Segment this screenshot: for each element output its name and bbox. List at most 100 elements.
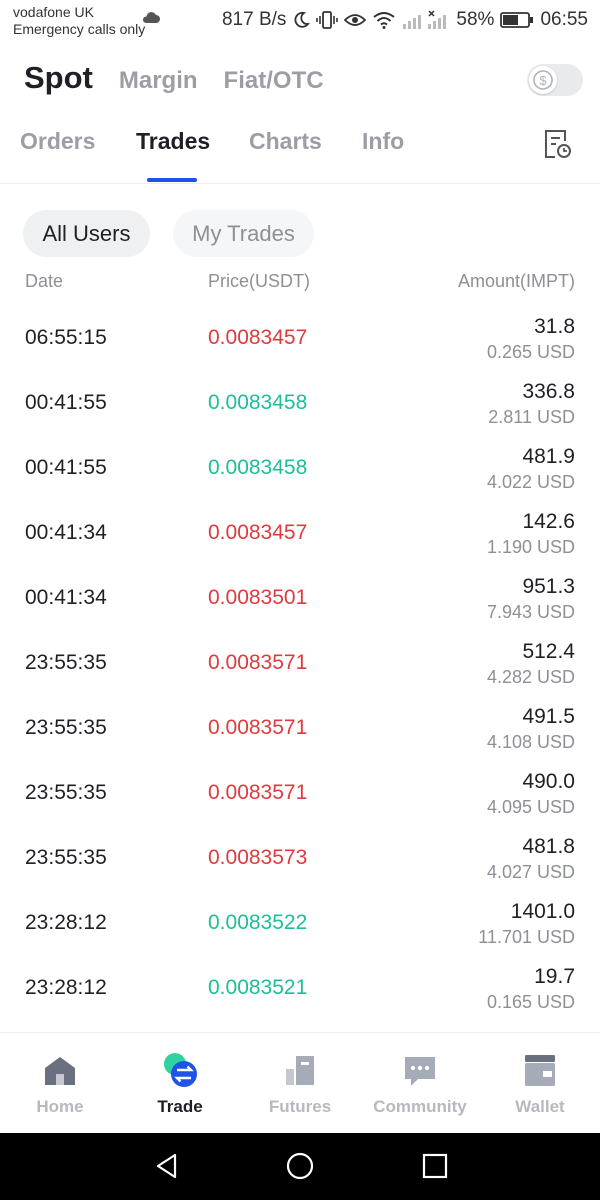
trade-icon <box>164 1053 197 1087</box>
nav-wallet-label: Wallet <box>515 1097 565 1116</box>
trade-usd-value: 0.165 USD <box>486 992 575 1012</box>
system-navigation-bar <box>0 1133 600 1200</box>
trade-amount: 490.0 <box>522 770 575 793</box>
clock: 06:55 <box>540 9 588 30</box>
tab-margin[interactable]: Margin <box>119 67 198 95</box>
trade-view-tabs: Orders Trades Charts Info <box>20 128 404 155</box>
community-icon <box>405 1057 435 1086</box>
trade-usd-value: 4.108 USD <box>486 732 575 752</box>
battery-percent: 58% <box>456 9 495 30</box>
trade-amount: 951.3 <box>522 575 575 598</box>
trade-price: 0.0083573 <box>208 846 308 869</box>
trade-row: 00:41:34 0.0083501 951.3 7.943 USD <box>0 567 600 632</box>
column-header-price: Price(USDT) <box>208 271 310 291</box>
network-speed: 817 B/s <box>221 9 287 30</box>
trade-row: 23:55:35 0.0083571 512.4 4.282 USD <box>0 632 600 697</box>
trade-time: 23:55:35 <box>25 846 107 869</box>
trade-amount: 142.6 <box>522 510 575 533</box>
battery-icon <box>500 12 534 28</box>
home-circle-icon[interactable] <box>285 1151 315 1181</box>
trade-usd-value: 4.027 USD <box>486 862 575 882</box>
emergency-text: Emergency calls only <box>13 21 146 37</box>
trades-list: 06:55:15 0.0083457 31.8 0.265 USD 00:41:… <box>0 307 600 1022</box>
nav-wallet[interactable]: Wallet <box>480 1033 600 1133</box>
recents-icon[interactable] <box>420 1151 450 1181</box>
trade-time: 23:55:35 <box>25 651 107 674</box>
toggle-knob: $ <box>529 66 557 94</box>
trade-usd-value: 2.811 USD <box>488 407 575 427</box>
tab-charts[interactable]: Charts <box>249 128 362 155</box>
trade-amount: 491.5 <box>522 705 575 728</box>
trade-row: 06:55:15 0.0083457 31.8 0.265 USD <box>0 307 600 372</box>
trade-time: 00:41:34 <box>25 586 107 609</box>
trade-row: 23:28:12 0.0083522 1401.0 11.701 USD <box>0 892 600 957</box>
svg-text:$: $ <box>539 73 547 88</box>
trade-amount: 336.8 <box>522 380 575 403</box>
header-divider <box>0 183 600 184</box>
futures-icon <box>286 1056 314 1085</box>
trade-price: 0.0083458 <box>208 456 308 479</box>
market-type-tabs: Spot Margin Fiat/OTC <box>24 60 324 100</box>
wifi-icon <box>373 12 396 29</box>
trade-price: 0.0083522 <box>208 911 308 934</box>
trade-time: 23:28:12 <box>25 976 107 999</box>
status-indicators: 817 B/s 58% 06:55 <box>222 8 588 32</box>
trade-usd-value: 4.282 USD <box>486 667 575 687</box>
trade-amount: 481.9 <box>522 445 575 468</box>
back-icon[interactable] <box>152 1151 182 1181</box>
trade-price: 0.0083457 <box>208 326 308 349</box>
active-tab-indicator <box>147 178 197 182</box>
column-header-date: Date <box>25 271 64 291</box>
order-history-icon[interactable] <box>543 128 573 160</box>
trade-usd-value: 1.190 USD <box>486 537 575 557</box>
nav-futures-label: Futures <box>268 1097 332 1116</box>
trade-time: 00:41:34 <box>25 521 107 544</box>
nav-home[interactable]: Home <box>0 1033 120 1133</box>
nav-futures[interactable]: Futures <box>240 1033 360 1133</box>
trade-usd-value: 0.265 USD <box>486 342 575 362</box>
trade-amount: 481.8 <box>522 835 575 858</box>
trade-usd-value: 11.701 USD <box>478 927 575 947</box>
trade-amount: 19.7 <box>534 965 575 988</box>
tab-fiat-otc[interactable]: Fiat/OTC <box>224 67 324 95</box>
wallet-icon <box>525 1055 555 1086</box>
trade-time: 00:41:55 <box>25 456 107 479</box>
trade-amount: 1401.0 <box>510 900 575 923</box>
trade-row: 23:55:35 0.0083571 491.5 4.108 USD <box>0 697 600 762</box>
column-header-amount: Amount(IMPT) <box>457 271 575 291</box>
trade-time: 06:55:15 <box>25 326 107 349</box>
trade-row: 00:41:34 0.0083457 142.6 1.190 USD <box>0 502 600 567</box>
nav-trade-label: Trade <box>157 1097 203 1116</box>
nav-community[interactable]: Community <box>360 1033 480 1133</box>
trade-row: 23:55:35 0.0083573 481.8 4.027 USD <box>0 827 600 892</box>
trade-row: 23:55:35 0.0083571 490.0 4.095 USD <box>0 762 600 827</box>
carrier-name: vodafone UK <box>13 4 94 20</box>
trade-price: 0.0083458 <box>208 391 308 414</box>
filter-all-users[interactable]: All Users <box>23 210 150 257</box>
vibrate-icon <box>316 11 339 29</box>
tab-trades[interactable]: Trades <box>136 128 249 155</box>
tab-info[interactable]: Info <box>362 128 404 155</box>
nav-trade[interactable]: Trade <box>120 1033 240 1133</box>
status-bar: vodafone UK Emergency calls only 817 B/s… <box>0 0 600 44</box>
trade-time: 23:28:12 <box>25 911 107 934</box>
moon-icon <box>294 11 311 28</box>
currency-toggle[interactable]: $ <box>527 64 583 96</box>
trade-price: 0.0083571 <box>208 651 308 674</box>
trade-row: 00:41:55 0.0083458 336.8 2.811 USD <box>0 372 600 437</box>
tab-orders[interactable]: Orders <box>20 128 136 155</box>
dollar-icon: $ <box>533 70 553 90</box>
trade-price: 0.0083521 <box>208 976 308 999</box>
filter-my-trades[interactable]: My Trades <box>173 210 314 257</box>
carrier-info: vodafone UK Emergency calls only <box>13 4 145 38</box>
cloud-icon <box>142 12 160 23</box>
eye-icon <box>344 14 367 26</box>
tab-spot[interactable]: Spot <box>24 60 93 96</box>
signal-icon <box>403 10 447 29</box>
trade-price: 0.0083571 <box>208 781 308 804</box>
trade-time: 23:55:35 <box>25 716 107 739</box>
trade-row: 00:41:55 0.0083458 481.9 4.022 USD <box>0 437 600 502</box>
trade-amount: 31.8 <box>534 315 575 338</box>
trade-row: 23:28:12 0.0083521 19.7 0.165 USD <box>0 957 600 1022</box>
nav-home-label: Home <box>36 1097 84 1116</box>
